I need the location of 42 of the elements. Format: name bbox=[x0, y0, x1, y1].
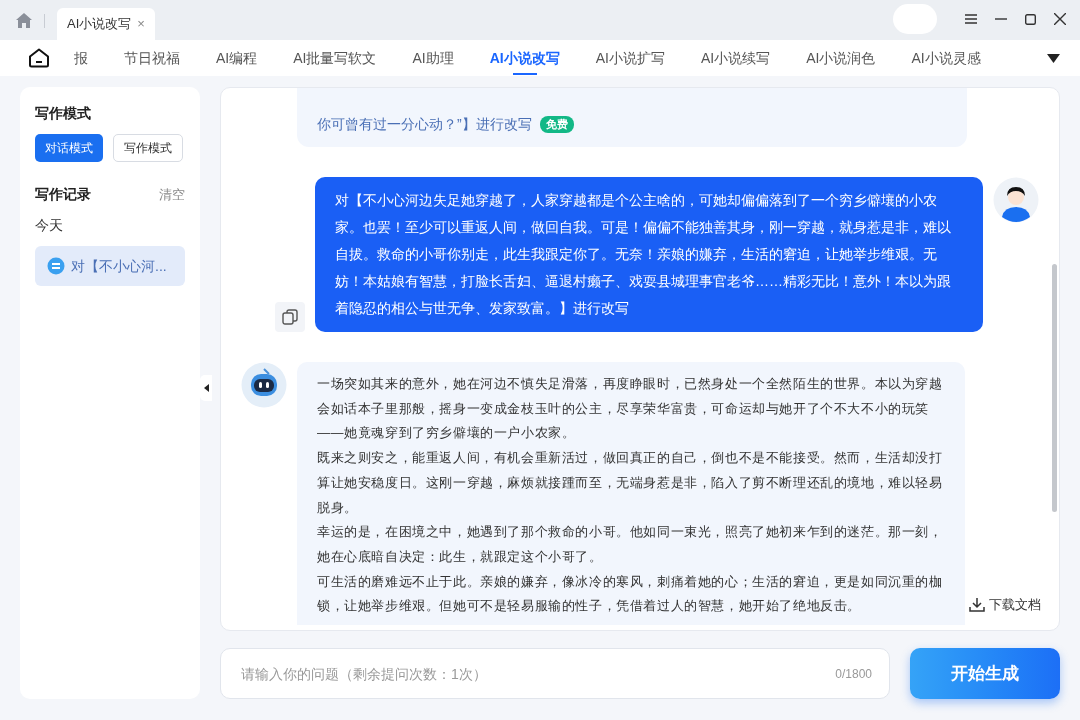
char-counter: 0/1800 bbox=[835, 666, 872, 683]
message-paragraph: 可生活的磨难远不止于此。亲娘的嫌弃，像冰冷的寒风，刺痛着她的心；生活的窘迫，更是如同沉重的枷锁，让她举步维艰。但她可不是轻易服输的性子，凭借着过人的智慧，她开始了绝地反击。 bbox=[317, 572, 944, 616]
message-paragraph: 幸运的是，在困境之中，她遇到了那个救命的小哥。他如同一束光，照亮了她初来乍到的迷茫。那一刻，她在心底暗自决定：此生，就跟定这个小哥了。 bbox=[317, 523, 944, 566]
nav-tab[interactable]: AI小说润色 bbox=[806, 40, 876, 76]
user-avatar bbox=[993, 177, 1039, 223]
section-title: 写作记录 bbox=[35, 185, 91, 204]
section-title: 写作模式 bbox=[35, 104, 92, 123]
mode-button[interactable]: 对话模式 bbox=[35, 134, 103, 162]
bot-avatar bbox=[241, 362, 287, 408]
close-icon[interactable] bbox=[1054, 13, 1066, 25]
message-paragraph: 既来之则安之，能重返人间，有机会重新活过，做回真正的自己，倒也不是不能接受。然而，生活却没打算让她安稳度日。这刚一穿越，麻烦就接踵而至，无端身惹是非，陷入了剪不断理还乱的境地，难以轻易脱身。 bbox=[317, 449, 944, 517]
user-message: 对【不小心河边失足她穿越了，人家穿越都是个公主啥的，可她却偏偏落到了一个穷乡僻壤的小农家。也罢！至少可以重返人间，做回自我。可是！偏偏不能独善其身，刚一穿越，就身惹是非，难以自拔。救命的小哥你别走，此生我跟定你了。无奈！亲娘的嫌弃，生活的窘迫，让她举步维艰。无妨！本姑娘有智慧，打脸长舌妇、逼退村癞子、戏耍县城理事官老爷……精彩无比！意外！本以为跟着隐忍的相公与世无争、发家致富。】进行改写 bbox=[315, 177, 983, 332]
nav-tab[interactable]: AI助理 bbox=[412, 40, 454, 76]
generate-button[interactable]: 开始生成 bbox=[910, 648, 1060, 699]
nav-tab[interactable]: AI编程 bbox=[216, 40, 258, 76]
nav-tab[interactable]: AI批量写软文 bbox=[293, 40, 377, 76]
history-item[interactable]: 对【不小心河... bbox=[35, 246, 185, 286]
download-icon bbox=[969, 596, 985, 612]
copy-icon bbox=[282, 309, 298, 325]
message-paragraph: 一场突如其来的意外，她在河边不慎失足滑落，再度睁眼时，已然身处一个全然陌生的世界。本以为穿越会如话本子里那般，摇身一变成金枝玉叶的公主，尽享荣华富贵，可命运却与她开了个不大不小的玩笑——她竟魂穿到了穷乡僻壤的一户小农家。 bbox=[317, 375, 944, 443]
collapse-handle[interactable] bbox=[200, 375, 212, 401]
home-icon[interactable] bbox=[28, 48, 50, 68]
clear-link[interactable]: 清空 bbox=[159, 184, 185, 205]
prompt-text: 你可曾有过一分心动？”】进行改写 bbox=[317, 115, 532, 134]
menu-icon[interactable] bbox=[965, 14, 977, 24]
free-badge: 免费 bbox=[539, 116, 574, 133]
copy-button[interactable] bbox=[275, 302, 305, 332]
download-link[interactable]: 下载文档 bbox=[969, 594, 1041, 614]
dropdown-icon[interactable] bbox=[1047, 53, 1060, 63]
nav-tab[interactable]: AI小说灵感 bbox=[911, 40, 981, 76]
maximize-icon[interactable] bbox=[1025, 13, 1036, 25]
nav-tab[interactable]: AI小说扩写 bbox=[595, 40, 665, 76]
nav-tab[interactable]: 节日祝福 bbox=[124, 40, 180, 76]
scrollbar[interactable] bbox=[1052, 264, 1057, 512]
nav-tab[interactable]: 报 bbox=[74, 40, 88, 76]
close-tab-button[interactable]: × bbox=[137, 14, 145, 34]
nav-tab[interactable]: AI小说改写 bbox=[489, 40, 560, 76]
chat-icon bbox=[47, 257, 65, 275]
mode-button[interactable]: 写作模式 bbox=[113, 134, 183, 162]
window-tab[interactable]: AI小说改写 × bbox=[57, 8, 155, 40]
nav-tab[interactable]: AI小说续写 bbox=[700, 40, 771, 76]
group-label: 今天 bbox=[35, 216, 64, 235]
